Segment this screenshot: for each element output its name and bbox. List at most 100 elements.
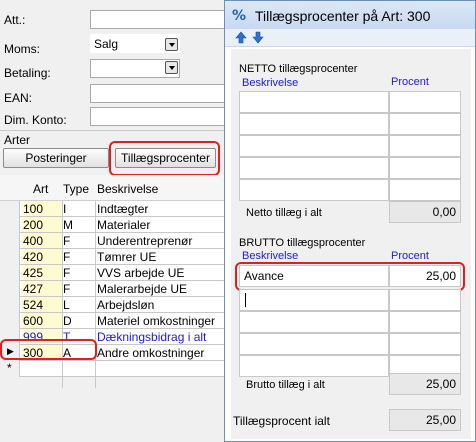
- dimkonto-field[interactable]: [90, 107, 228, 126]
- brutto-desc-cell[interactable]: [239, 355, 389, 377]
- brutto-pct-cell[interactable]: [389, 289, 461, 311]
- row-indicator: [0, 265, 20, 281]
- grand-total-label: Tillægsprocent ialt: [233, 414, 330, 428]
- row-indicator: [0, 233, 20, 249]
- moms-label: Moms:: [4, 42, 40, 56]
- row-indicator: [0, 201, 20, 217]
- cell-type[interactable]: F: [63, 250, 70, 264]
- cell-art[interactable]: 420: [22, 249, 62, 264]
- cell-beskrivelse[interactable]: Andre omkostninger: [97, 346, 204, 360]
- row-indicator: [0, 297, 20, 313]
- tillaeg-dialog: % Tillægsprocenter på Art: 300 NETTO til…: [224, 0, 476, 442]
- cell-type[interactable]: F: [63, 234, 70, 248]
- arter-label: Arter: [4, 133, 31, 147]
- arrow-up-icon[interactable]: [235, 31, 247, 44]
- table-row[interactable]: 400 F Underentreprenør: [0, 233, 224, 249]
- netto-desc-cell[interactable]: [239, 91, 389, 113]
- betaling-label: Betaling:: [4, 66, 51, 80]
- row-indicator: [0, 281, 20, 297]
- netto-col-beskrivelse: Beskrivelse: [242, 77, 299, 89]
- cell-art[interactable]: 427: [22, 281, 62, 296]
- brutto-total-label: Brutto tillæg i alt: [246, 379, 325, 391]
- brutto-pct-cell[interactable]: [389, 333, 461, 355]
- cell-type[interactable]: D: [63, 314, 72, 328]
- cell-type[interactable]: I: [63, 202, 66, 216]
- table-row[interactable]: 427 F Malerarbejde UE: [0, 281, 224, 297]
- text-cursor: [245, 293, 246, 307]
- moms-value: Salg: [94, 37, 119, 51]
- cell-art[interactable]: 400: [22, 233, 62, 248]
- grid-header: Art Type Beskrivelse: [0, 175, 224, 201]
- col-beskrivelse[interactable]: Beskrivelse: [97, 182, 158, 196]
- table-row[interactable]: 600 D Materiel omkostninger: [0, 313, 224, 329]
- netto-pct-cell[interactable]: [389, 179, 461, 201]
- cell-beskrivelse[interactable]: Malerarbejde UE: [97, 282, 187, 296]
- table-row-new[interactable]: *: [0, 361, 224, 377]
- arrow-down-icon[interactable]: [252, 31, 264, 44]
- cell-art[interactable]: 524: [22, 297, 62, 312]
- brutto-group-title: BRUTTO tillægsprocenter: [239, 237, 366, 249]
- cell-beskrivelse[interactable]: Underentreprenør: [97, 234, 192, 248]
- posteringer-button[interactable]: Posteringer: [3, 148, 109, 168]
- highlight-tillaeg-button: [109, 141, 220, 176]
- netto-pct-cell[interactable]: [389, 135, 461, 157]
- row-indicator: [0, 249, 20, 265]
- grand-total-value: 25,00: [389, 409, 461, 431]
- cell-beskrivelse[interactable]: Materiel omkostninger: [97, 314, 215, 328]
- cell-beskrivelse[interactable]: Tømrer UE: [97, 250, 156, 264]
- netto-desc-cell[interactable]: [239, 113, 389, 135]
- brutto-desc-cell[interactable]: [239, 333, 389, 355]
- table-row[interactable]: 524 L Arbejdsløn: [0, 297, 224, 313]
- cell-type[interactable]: F: [63, 282, 70, 296]
- brutto-pct-cell[interactable]: [389, 311, 461, 333]
- cell-beskrivelse[interactable]: Materialer: [97, 218, 150, 232]
- cell-beskrivelse[interactable]: Arbejdsløn: [97, 298, 154, 312]
- cell-type[interactable]: L: [63, 298, 70, 312]
- netto-total-label: Netto tillæg i alt: [246, 207, 322, 219]
- cell-art[interactable]: 100: [22, 201, 62, 216]
- cell-type[interactable]: F: [63, 266, 70, 280]
- col-type[interactable]: Type: [63, 182, 89, 196]
- dialog-titlebar: % Tillægsprocenter på Art: 300: [225, 1, 475, 29]
- brutto-total-value: 25,00: [389, 373, 461, 395]
- cell-beskrivelse[interactable]: Indtægter: [97, 202, 148, 216]
- moms-dropdown-icon[interactable]: [165, 38, 178, 51]
- table-row[interactable]: 200 M Materialer: [0, 217, 224, 233]
- grid-rows: 100 I Indtægter 200 M Materialer 400 F Underentr…: [0, 201, 224, 361]
- cell-beskrivelse[interactable]: Dækningsbidrag i alt: [97, 330, 206, 344]
- cell-type[interactable]: M: [63, 218, 73, 232]
- netto-col-procent: Procent: [391, 76, 429, 88]
- cell-beskrivelse[interactable]: VVS arbejde UE: [97, 266, 184, 280]
- percent-icon: %: [232, 8, 246, 22]
- ean-label: EAN:: [4, 91, 33, 105]
- netto-desc-cell[interactable]: [239, 157, 389, 179]
- netto-desc-cell[interactable]: [239, 135, 389, 157]
- netto-pct-cell[interactable]: [389, 113, 461, 135]
- att-field[interactable]: [90, 10, 228, 29]
- divider: [0, 130, 224, 131]
- netto-pct-cell[interactable]: [389, 157, 461, 179]
- cell-art[interactable]: 200: [22, 217, 62, 232]
- highlight-row-300: [0, 339, 97, 360]
- table-row[interactable]: 420 F Tømrer UE: [0, 249, 224, 265]
- cell-art[interactable]: 600: [22, 313, 62, 328]
- col-art[interactable]: Art: [33, 182, 48, 196]
- new-row-marker: *: [7, 361, 12, 375]
- table-row[interactable]: 100 I Indtægter: [0, 201, 224, 217]
- job-form-panel: Att.: Moms: Salg Betaling: EAN: Dim. Kon…: [0, 0, 228, 442]
- brutto-desc-cell[interactable]: [239, 289, 389, 311]
- grid-column-line: [95, 201, 96, 388]
- dialog-toolbar: [225, 29, 475, 47]
- dimkonto-label: Dim. Konto:: [4, 113, 67, 127]
- brutto-desc-cell[interactable]: [239, 311, 389, 333]
- brutto-col-beskrivelse: Beskrivelse: [242, 250, 299, 262]
- table-row[interactable]: 425 F VVS arbejde UE: [0, 265, 224, 281]
- svg-text:%: %: [232, 8, 246, 22]
- dialog-title: Tillægsprocenter på Art: 300: [255, 8, 431, 24]
- netto-pct-cell[interactable]: [389, 91, 461, 113]
- netto-desc-cell[interactable]: [239, 179, 389, 201]
- betaling-dropdown-icon[interactable]: [165, 61, 178, 74]
- cell-art[interactable]: 425: [22, 265, 62, 280]
- att-label: Att.:: [4, 13, 26, 27]
- ean-field[interactable]: [90, 84, 228, 103]
